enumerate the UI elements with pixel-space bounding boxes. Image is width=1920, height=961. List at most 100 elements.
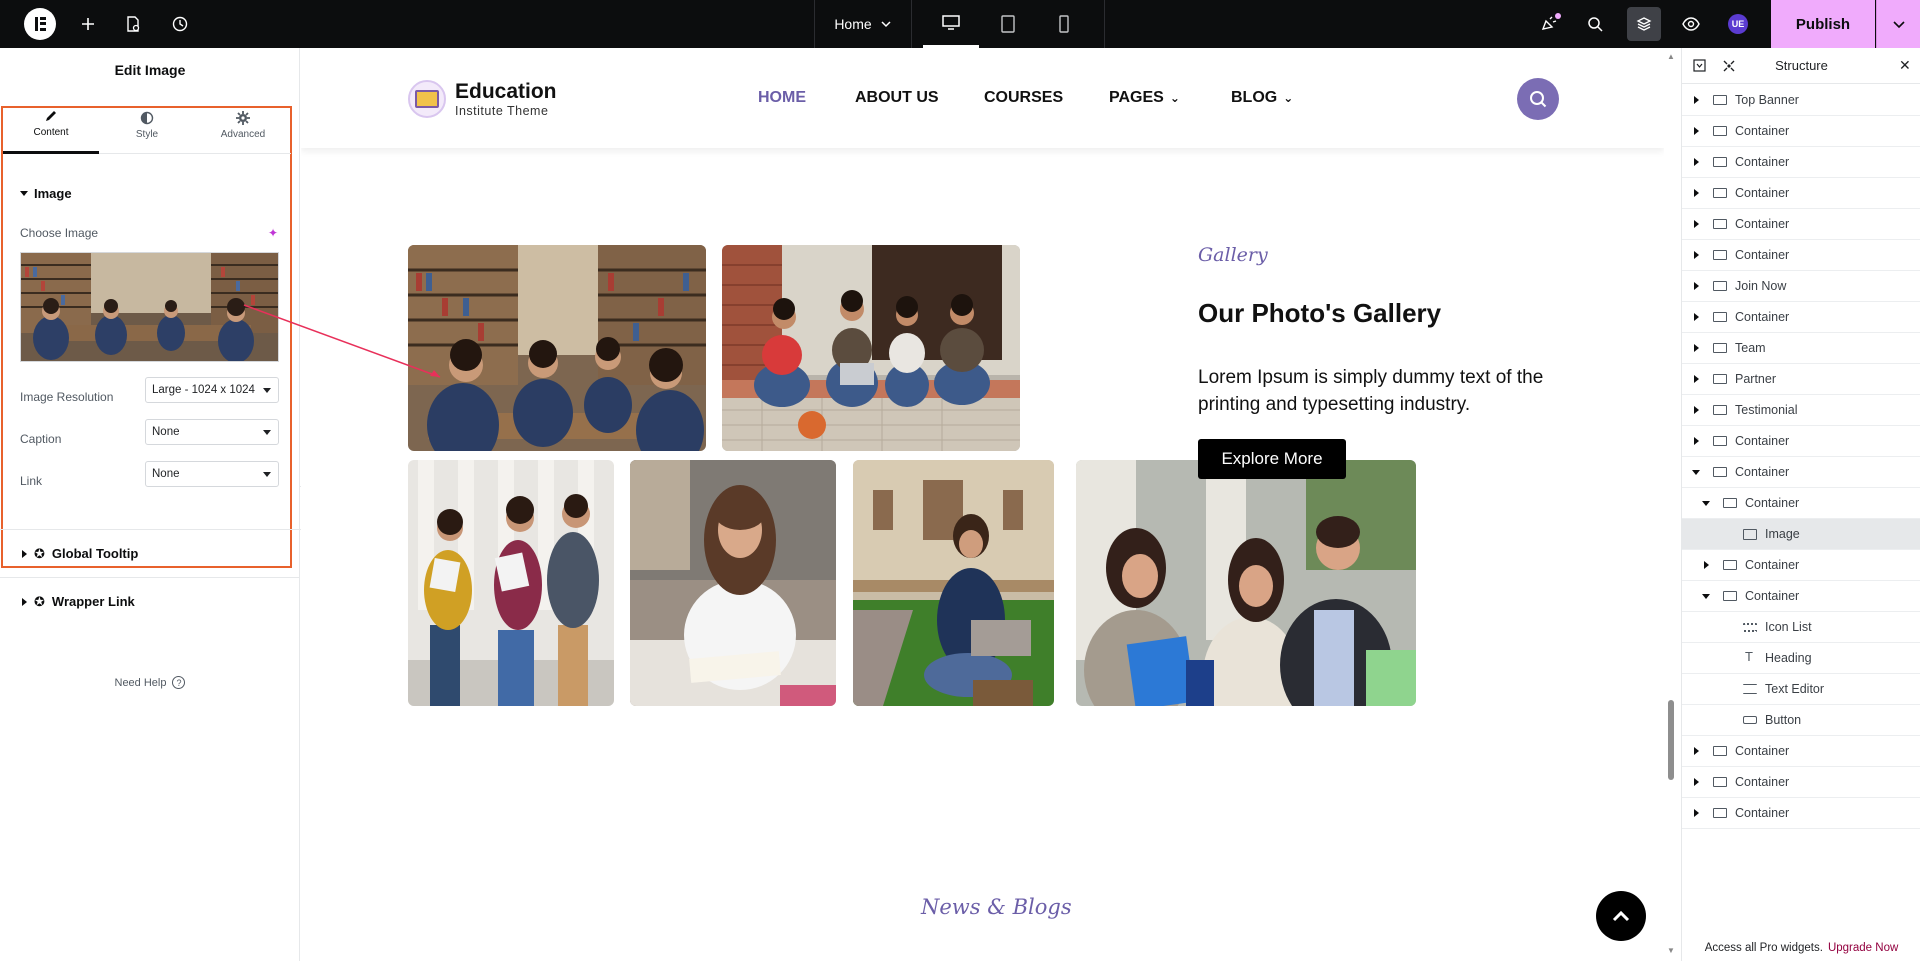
need-help-link[interactable]: Need Help ? (0, 676, 300, 689)
site-search-button[interactable] (1517, 78, 1559, 120)
caret-right-icon[interactable] (1693, 406, 1699, 414)
structure-item-container[interactable]: Container (1682, 457, 1920, 488)
global-tooltip-section[interactable]: ✪ Global Tooltip (0, 529, 300, 577)
image-preview[interactable] (20, 252, 279, 362)
structure-item-container[interactable]: Container (1682, 581, 1920, 612)
caret-right-icon[interactable] (1693, 282, 1699, 290)
caret-down-icon[interactable] (1692, 469, 1700, 475)
caret-right-icon[interactable] (1693, 344, 1699, 352)
scroll-to-top-button[interactable] (1596, 891, 1646, 941)
resolution-label: Image Resolution (20, 390, 114, 404)
caret-right-icon[interactable] (1693, 778, 1699, 786)
site-logo-icon[interactable] (408, 80, 446, 118)
structure-item-container[interactable]: Container (1682, 240, 1920, 271)
nav-home[interactable]: HOME (758, 89, 806, 107)
search-icon[interactable] (1583, 12, 1607, 36)
structure-item-container[interactable]: Container (1682, 178, 1920, 209)
structure-item-label: Image (1765, 527, 1800, 541)
canvas-scrollbar[interactable] (1668, 50, 1674, 958)
gallery-photo-student-on-grass[interactable] (853, 460, 1054, 706)
image-section-toggle[interactable]: Image (20, 186, 72, 201)
brand-name: Education (455, 80, 557, 103)
nav-courses[interactable]: COURSES (984, 89, 1063, 107)
caret-down-icon[interactable] (1702, 500, 1710, 506)
gallery-photo-reading-student[interactable] (630, 460, 836, 706)
publish-button[interactable]: Publish (1771, 0, 1875, 48)
resolution-select[interactable]: Large - 1024 x 1024 (145, 377, 279, 403)
tab-style[interactable]: Style (99, 96, 195, 154)
caret-right-icon[interactable] (1693, 747, 1699, 755)
add-element-icon[interactable] (76, 12, 100, 36)
caret-right-icon[interactable] (1693, 127, 1699, 135)
tab-advanced[interactable]: Advanced (195, 96, 291, 154)
caret-right-icon[interactable] (1693, 96, 1699, 104)
structure-item-container[interactable]: Container (1682, 302, 1920, 333)
structure-item-join-now[interactable]: Join Now (1682, 271, 1920, 302)
caret-down-icon (20, 191, 28, 196)
structure-layers-icon[interactable] (1627, 7, 1661, 41)
gallery-photo-students-steps[interactable] (722, 245, 1020, 451)
caret-right-icon[interactable] (1693, 251, 1699, 259)
publish-options-chevron-icon[interactable] (1876, 0, 1920, 48)
user-avatar[interactable]: UE (1728, 14, 1748, 34)
caret-right-icon[interactable] (1693, 313, 1699, 321)
nav-blog[interactable]: BLOG ⌄ (1231, 89, 1293, 107)
caret-right-icon[interactable] (1703, 561, 1709, 569)
link-select[interactable]: None (145, 461, 279, 487)
page-selector[interactable]: Home (814, 0, 912, 48)
structure-item-container[interactable]: Container (1682, 736, 1920, 767)
nav-about-us[interactable]: ABOUT US (855, 89, 939, 107)
structure-item-team[interactable]: Team (1682, 333, 1920, 364)
structure-item-label: Container (1735, 744, 1790, 758)
structure-item-container[interactable]: Container (1682, 767, 1920, 798)
tab-content[interactable]: Content (3, 96, 99, 154)
caret-right-icon[interactable] (1693, 437, 1699, 445)
gallery-photo-walking-students[interactable] (408, 460, 614, 706)
close-icon[interactable]: ✕ (1899, 57, 1911, 74)
upgrade-now-link[interactable]: Upgrade Now (1828, 942, 1898, 954)
explore-more-button[interactable]: Explore More (1198, 439, 1346, 479)
structure-item-text-editor[interactable]: Text Editor (1682, 674, 1920, 705)
nav-pages[interactable]: PAGES ⌄ (1109, 89, 1180, 107)
structure-item-testimonial[interactable]: Testimonial (1682, 395, 1920, 426)
page-settings-icon[interactable] (121, 12, 145, 36)
scroll-up-arrow-icon[interactable]: ▲ (1667, 52, 1675, 61)
caption-select[interactable]: None (145, 419, 279, 445)
structure-item-image[interactable]: Image (1682, 519, 1920, 550)
caret-right-icon[interactable] (1693, 375, 1699, 383)
chevron-down-icon (881, 21, 891, 28)
structure-item-container[interactable]: Container (1682, 488, 1920, 519)
preview-eye-icon[interactable] (1679, 12, 1703, 36)
site-brand[interactable]: Education Institute Theme (455, 80, 557, 118)
desktop-icon[interactable] (923, 0, 979, 48)
structure-item-top-banner[interactable]: Top Banner (1682, 85, 1920, 116)
structure-item-heading[interactable]: Heading (1682, 643, 1920, 674)
history-icon[interactable] (168, 12, 192, 36)
scroll-down-arrow-icon[interactable]: ▼ (1667, 946, 1675, 955)
mobile-icon[interactable] (1036, 0, 1092, 48)
structure-item-container[interactable]: Container (1682, 550, 1920, 581)
structure-item-container[interactable]: Container (1682, 209, 1920, 240)
structure-item-label: Text Editor (1765, 682, 1825, 696)
need-help-label: Need Help (114, 676, 167, 689)
ai-sparkle-icon[interactable]: ✦ (268, 226, 278, 240)
help-icon: ? (172, 676, 186, 689)
caret-right-icon[interactable] (1693, 809, 1699, 817)
gallery-photo-student-group[interactable] (1076, 460, 1416, 706)
structure-item-icon-list[interactable]: Icon List (1682, 612, 1920, 643)
structure-item-button[interactable]: Button (1682, 705, 1920, 736)
caret-down-icon[interactable] (1702, 593, 1710, 599)
caret-right-icon[interactable] (1693, 158, 1699, 166)
structure-item-partner[interactable]: Partner (1682, 364, 1920, 395)
gallery-photo-library[interactable] (408, 245, 706, 451)
tablet-icon[interactable] (980, 0, 1036, 48)
structure-item-container[interactable]: Container (1682, 798, 1920, 829)
notifications-icon[interactable] (1537, 12, 1561, 36)
structure-item-container[interactable]: Container (1682, 147, 1920, 178)
caret-right-icon[interactable] (1693, 220, 1699, 228)
wrapper-link-section[interactable]: ✪ Wrapper Link (0, 577, 300, 625)
caret-right-icon[interactable] (1693, 189, 1699, 197)
elementor-logo-icon[interactable] (24, 8, 56, 40)
structure-item-container[interactable]: Container (1682, 426, 1920, 457)
structure-item-container[interactable]: Container (1682, 116, 1920, 147)
